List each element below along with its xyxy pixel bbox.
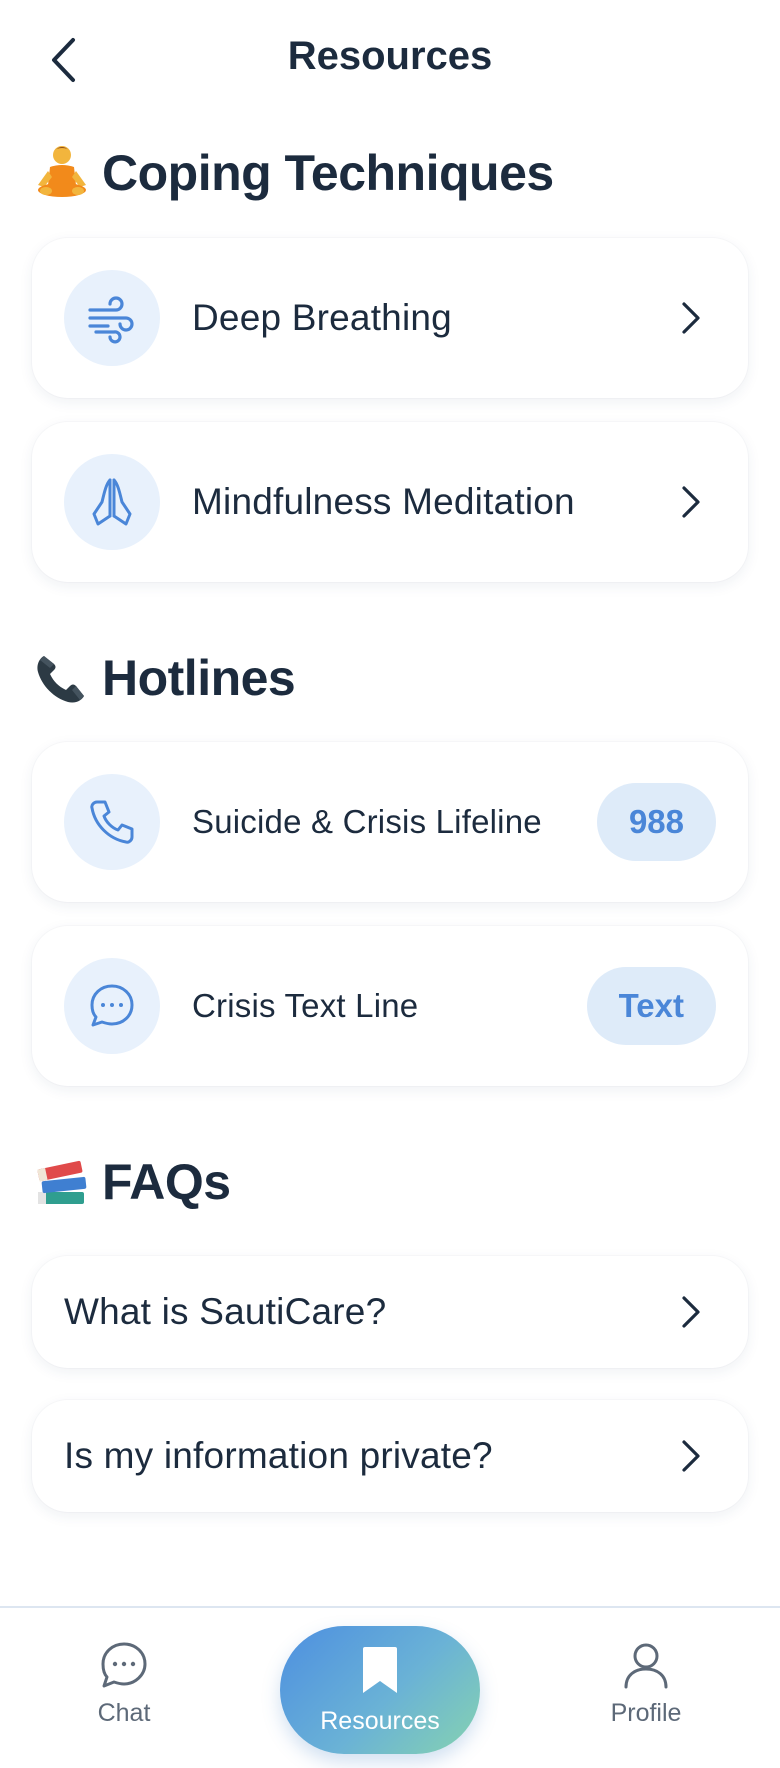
page-title: Resources: [287, 34, 493, 78]
section-title-label: FAQs: [102, 1154, 231, 1210]
text-button[interactable]: Text: [586, 967, 716, 1045]
section-title-label: Coping Techniques: [102, 145, 554, 201]
coping-item-mindfulness-meditation[interactable]: Mindfulness Meditation: [32, 422, 748, 582]
card-label: Crisis Text Line: [192, 987, 419, 1024]
user-icon: [624, 1643, 668, 1688]
nav-item-chat[interactable]: Chat: [24, 1608, 224, 1758]
faq-question: Is my information private?: [64, 1435, 493, 1476]
bottom-nav: Chat Resources Profile: [0, 1606, 780, 1768]
hotline-item-crisis-text-line[interactable]: Crisis Text Line Text: [32, 926, 748, 1086]
chat-bubble-icon: [101, 1642, 147, 1687]
praying-hands-icon: [92, 478, 132, 526]
resources-screen: Resources Coping Techniques Deep Breathi…: [0, 0, 780, 1768]
meditating-person-icon: [38, 146, 86, 197]
header: Resources: [0, 0, 780, 120]
message-dots-icon: [90, 984, 134, 1027]
faq-question: What is SautiCare?: [64, 1291, 387, 1332]
books-icon: [37, 1160, 87, 1204]
card-label: Mindfulness Meditation: [192, 481, 575, 522]
chevron-right-icon: [682, 1440, 700, 1472]
section-title-faqs: FAQs: [32, 1152, 231, 1212]
card-label: Deep Breathing: [192, 297, 452, 338]
chevron-right-icon: [682, 486, 700, 518]
nav-item-profile[interactable]: Profile: [546, 1608, 746, 1758]
card-icon-circle: [64, 454, 160, 550]
telephone-receiver-icon: [37, 656, 84, 703]
section-title-hotlines: Hotlines: [32, 648, 296, 708]
card-label: Suicide & Crisis Lifeline: [192, 803, 542, 840]
nav-label: Chat: [97, 1698, 151, 1727]
card-icon-circle: [64, 270, 160, 366]
faq-item-is-my-information-private[interactable]: Is my information private?: [32, 1400, 748, 1512]
phone-icon: [90, 800, 134, 844]
card-icon-circle: [64, 958, 160, 1054]
coping-item-deep-breathing[interactable]: Deep Breathing: [32, 238, 748, 398]
faq-item-what-is-sauticare[interactable]: What is SautiCare?: [32, 1256, 748, 1368]
nav-label: Resources: [320, 1706, 440, 1735]
nav-label: Profile: [610, 1698, 682, 1727]
bookmark-icon: [363, 1646, 397, 1693]
chevron-right-icon: [682, 1296, 700, 1328]
section-title-label: Hotlines: [102, 650, 296, 706]
nav-item-resources[interactable]: Resources: [280, 1626, 480, 1754]
call-988-button[interactable]: 988: [596, 783, 716, 861]
wind-icon: [88, 296, 134, 344]
section-title-coping: Coping Techniques: [32, 143, 554, 203]
card-icon-circle: [64, 774, 160, 870]
hotline-item-suicide-crisis-lifeline[interactable]: Suicide & Crisis Lifeline 988: [32, 742, 748, 902]
chevron-right-icon: [682, 302, 700, 334]
